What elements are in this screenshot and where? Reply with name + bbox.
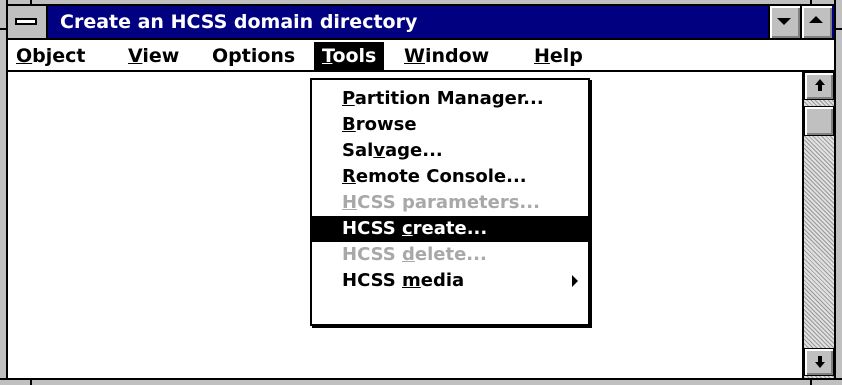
- menu-label: Options: [212, 45, 296, 67]
- window-frame-bottom[interactable]: [0, 378, 842, 385]
- menu-item-partition-manager[interactable]: Partition Manager...: [312, 86, 588, 112]
- menu-item-browse[interactable]: Browse: [312, 112, 588, 138]
- menu-options[interactable]: Options: [204, 42, 303, 70]
- menu-object[interactable]: Object: [8, 42, 94, 70]
- vertical-scrollbar[interactable]: [802, 72, 834, 378]
- submenu-arrow-icon: [572, 275, 578, 287]
- menu-view[interactable]: View: [120, 42, 187, 70]
- menu-label: HCSS parameters...: [342, 192, 540, 213]
- title-bar[interactable]: Create an HCSS domain directory: [8, 6, 834, 40]
- menu-item-salvage[interactable]: Salvage...: [312, 138, 588, 164]
- menu-label: Browse: [342, 114, 417, 135]
- menu-label: Window: [404, 45, 490, 67]
- chevron-up-icon: [809, 16, 823, 23]
- menu-label: Tools: [322, 45, 377, 67]
- menu-label: Object: [16, 45, 86, 67]
- menu-window[interactable]: Window: [396, 42, 497, 70]
- app-window: Create an HCSS domain directory Object V…: [0, 0, 842, 385]
- scroll-up-button[interactable]: [804, 72, 834, 100]
- menu-label: Salvage...: [342, 140, 443, 161]
- frame-corner-tick: [30, 378, 32, 385]
- tools-dropdown-menu: Partition Manager... Browse Salvage... R…: [310, 78, 590, 326]
- menu-item-hcss-create[interactable]: HCSS create...: [312, 216, 588, 242]
- scroll-thumb[interactable]: [804, 106, 834, 136]
- window-title: Create an HCSS domain directory: [60, 11, 418, 33]
- menu-label: Remote Console...: [342, 166, 527, 187]
- menu-label: View: [128, 45, 180, 67]
- menu-item-hcss-media[interactable]: HCSS media: [312, 268, 588, 294]
- menu-help[interactable]: Help: [526, 42, 591, 70]
- menu-label: HCSS delete...: [342, 244, 487, 265]
- menu-label: Partition Manager...: [342, 88, 544, 109]
- system-menu-icon: [15, 18, 37, 25]
- system-menu-button[interactable]: [8, 6, 48, 38]
- chevron-down-icon: [777, 18, 791, 25]
- minimize-button[interactable]: [768, 6, 800, 38]
- frame-corner-tick: [834, 28, 842, 30]
- menu-label: HCSS create...: [342, 218, 488, 239]
- frame-corner-tick: [810, 378, 812, 385]
- window-frame-right[interactable]: [834, 0, 842, 385]
- maximize-button[interactable]: [800, 6, 832, 38]
- menu-bar: Object View Options Tools Window Help: [8, 40, 834, 72]
- scroll-down-button[interactable]: [804, 348, 834, 376]
- scroll-up-arrow-stem: [818, 85, 822, 91]
- window-frame-left[interactable]: [0, 0, 8, 385]
- menu-item-hcss-delete[interactable]: HCSS delete...: [312, 242, 588, 268]
- frame-corner-tick: [0, 28, 8, 30]
- menu-label: Help: [534, 45, 583, 67]
- menu-item-hcss-parameters[interactable]: HCSS parameters...: [312, 190, 588, 216]
- menu-tools[interactable]: Tools: [314, 42, 385, 70]
- menu-item-remote-console[interactable]: Remote Console...: [312, 164, 588, 190]
- scroll-down-arrow-icon: [815, 362, 825, 368]
- menu-label: HCSS media: [342, 270, 465, 291]
